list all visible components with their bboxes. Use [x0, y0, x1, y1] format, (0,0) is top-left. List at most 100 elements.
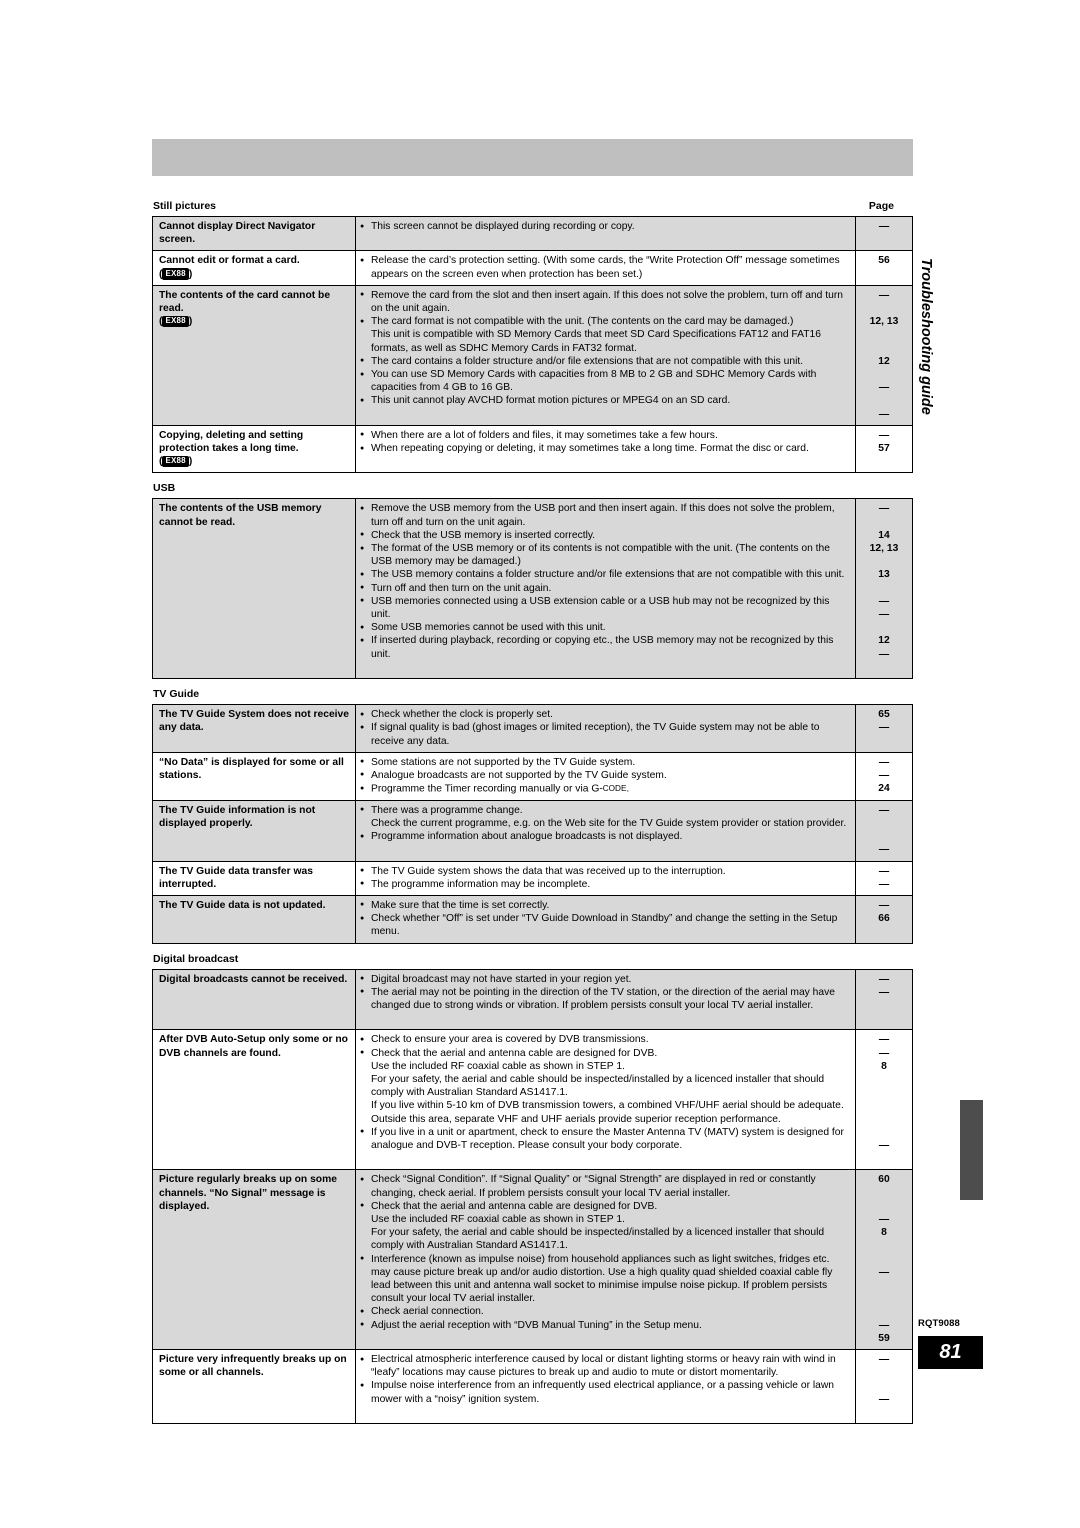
- remedy-cell: Digital broadcast may not have started i…: [356, 970, 855, 1017]
- remedy-subtext: If you live within 5-10 km of DVB transm…: [371, 1100, 844, 1125]
- remedy-item: Check “Signal Condition”. If “Signal Qua…: [360, 1173, 851, 1199]
- page-ref: 14: [878, 529, 890, 541]
- page-ref-cell: —57—: [856, 426, 912, 473]
- symptom-text: After DVB Auto-Setup only some or no DVB…: [159, 1034, 348, 1059]
- page-ref: —: [878, 382, 890, 394]
- symptom-cell: Digital broadcasts cannot be received.: [153, 970, 355, 990]
- troubleshooting-content: Still pictures Page Cannot display Direct …: [152, 200, 913, 1433]
- remedy-item: Check aerial connection.: [360, 1305, 851, 1318]
- remedy-cell: Remove the USB memory from the USB port …: [356, 499, 855, 664]
- symptom-cell: The contents of the card cannot be read.…: [153, 286, 355, 333]
- page-ref-cell: — —: [856, 862, 912, 895]
- symptom-cell: Copying, deleting and setting protection…: [153, 426, 355, 473]
- remedy-cell: This screen cannot be displayed during r…: [356, 217, 855, 237]
- page-ref: —: [878, 756, 890, 768]
- symptom-text: Digital broadcasts cannot be received.: [159, 973, 348, 985]
- remedy-item: The format of the USB memory or of its c…: [360, 542, 851, 568]
- remedy-item: This screen cannot be displayed during r…: [360, 219, 851, 233]
- model-badge-ex88: EX88: [162, 268, 189, 280]
- symptom-cell: The TV Guide data is not updated.: [153, 896, 355, 916]
- page-ref-cell: ——8———————: [856, 1030, 912, 1169]
- remedy-item: Check whether “Off” is set under “TV Gui…: [360, 912, 851, 938]
- page-ref: —: [878, 1047, 890, 1059]
- remedy-item: The card format is not compatible with t…: [360, 315, 851, 328]
- document-code: RQT9088: [918, 1318, 960, 1329]
- symptom-text: The contents of the USB memory cannot be…: [159, 503, 322, 528]
- troubleshooting-table: Digital broadcasts cannot be received. Di…: [152, 968, 913, 1425]
- page-ref: —: [878, 1354, 890, 1366]
- troubleshooting-table: The TV Guide System does not receive any…: [152, 704, 913, 944]
- symptom-text: Copying, deleting and setting protection…: [159, 429, 304, 455]
- page-ref: —: [878, 986, 890, 998]
- remedy-item: Digital broadcast may not have started i…: [360, 972, 851, 986]
- table-row: Picture regularly breaks up on some chan…: [152, 1169, 913, 1351]
- remedy-cell: The TV Guide system shows the data that …: [356, 862, 855, 895]
- remedy-item: The USB memory contains a folder structu…: [360, 568, 851, 581]
- symptom-cell: The TV Guide System does not receive any…: [153, 705, 355, 738]
- remedy-cell: There was a programme change.Check the c…: [356, 801, 855, 848]
- table-row: The contents of the USB memory cannot be…: [152, 498, 913, 680]
- page-ref: —: [878, 844, 890, 856]
- page-ref: 8: [881, 1227, 887, 1239]
- table-row: Cannot display Direct Navigator screen. T…: [152, 215, 913, 252]
- page-ref: —: [878, 899, 890, 911]
- section-title: TV Guide: [153, 688, 200, 701]
- page-ref: 65: [878, 709, 890, 721]
- page-ref: 56: [878, 255, 890, 267]
- section-title: USB: [153, 482, 176, 495]
- remedy-item: When repeating copying or deleting, it m…: [360, 442, 851, 455]
- page-ref: —: [878, 1213, 890, 1225]
- page-ref: —: [878, 1034, 890, 1046]
- page-ref-cell: 56—: [856, 251, 912, 284]
- remedy-item: Release the card’s protection setting. (…: [360, 254, 851, 280]
- page-ref: —: [878, 289, 890, 301]
- remedy-item: When there are a lot of folders and file…: [360, 428, 851, 442]
- remedy-item: Check to ensure your area is covered by …: [360, 1033, 851, 1046]
- remedy-cell: Some stations are not supported by the T…: [356, 753, 855, 800]
- section-title: Still pictures: [153, 200, 217, 212]
- symptom-text: Picture regularly breaks up on some chan…: [159, 1174, 337, 1212]
- remedy-item: Check that the aerial and antenna cable …: [360, 1046, 851, 1060]
- symptom-cell: The TV Guide data transfer was interrupt…: [153, 862, 355, 895]
- page-ref: 12, 13: [869, 316, 899, 328]
- page-ref-cell: 65——: [856, 705, 912, 752]
- page-ref: —: [878, 804, 890, 816]
- remedy-subtext: For your safety, the aerial and cable sh…: [371, 1073, 825, 1099]
- symptom-cell: “No Data” is displayed for some or all s…: [153, 753, 355, 786]
- remedy-cell: Make sure that the time is set correctly…: [356, 896, 855, 943]
- section-title: Digital broadcast: [153, 952, 239, 965]
- symptom-text: The TV Guide information is not displaye…: [159, 804, 316, 829]
- page-ref: —: [878, 769, 890, 781]
- remedy-cell: Check “Signal Condition”. If “Signal Qua…: [356, 1170, 855, 1335]
- remedy-item: Check whether the clock is properly set.: [360, 708, 851, 721]
- remedy-item: The TV Guide system shows the data that …: [360, 864, 851, 878]
- remedy-item: Adjust the aerial reception with “DVB Ma…: [360, 1318, 851, 1332]
- page-ref: 12: [878, 635, 890, 647]
- page-ref: —: [878, 1393, 890, 1405]
- page-ref-cell: —————: [856, 1350, 912, 1423]
- page-column-header: Page: [868, 200, 894, 212]
- table-row: Digital broadcasts cannot be received. Di…: [152, 968, 913, 1031]
- page-ref: —: [878, 973, 890, 985]
- page-ref: 66: [878, 913, 890, 925]
- table-row: The TV Guide System does not receive any…: [152, 704, 913, 753]
- table-row: The TV Guide information is not displaye…: [152, 799, 913, 862]
- symptom-text: The TV Guide data transfer was interrupt…: [159, 865, 313, 890]
- model-badge-wrap: (EX88): [159, 455, 193, 468]
- remedy-item: Make sure that the time is set correctly…: [360, 898, 851, 912]
- page-ref: —: [878, 1139, 890, 1151]
- symptom-cell: The contents of the USB memory cannot be…: [153, 499, 355, 532]
- remedy-item: This unit cannot play AVCHD format motio…: [360, 394, 851, 407]
- remedy-item: You can use SD Memory Cards with capacit…: [360, 368, 851, 394]
- remedy-cell: When there are a lot of folders and file…: [356, 426, 855, 459]
- remedy-subtext: For your safety, the aerial and cable sh…: [371, 1227, 825, 1252]
- page-ref: 60: [878, 1174, 890, 1186]
- symptom-cell: Picture regularly breaks up on some chan…: [153, 1170, 355, 1217]
- remedy-item: The aerial may not be pointing in the di…: [360, 985, 851, 1012]
- remedy-item: If signal quality is bad (ghost images o…: [360, 721, 851, 747]
- model-badge-wrap: (EX88): [159, 268, 193, 280]
- symptom-text: Cannot edit or format a card.: [159, 255, 300, 267]
- remedy-subtext: Use the included RF coaxial cable as sho…: [371, 1213, 625, 1225]
- page-ref: 13: [878, 569, 890, 581]
- table-row: After DVB Auto-Setup only some or no DVB…: [152, 1029, 913, 1171]
